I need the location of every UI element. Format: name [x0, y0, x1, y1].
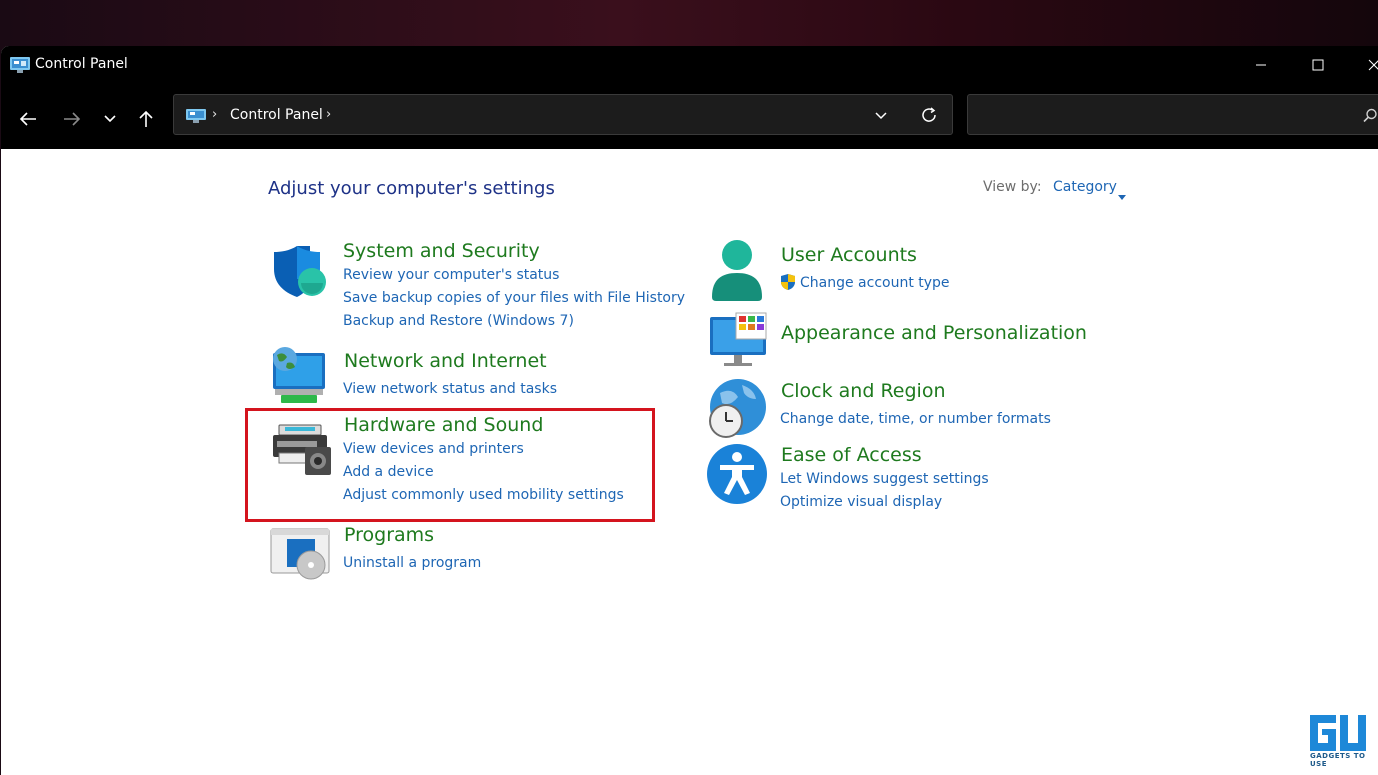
- chevron-down-icon[interactable]: [95, 104, 125, 134]
- up-arrow-icon[interactable]: [131, 104, 161, 134]
- view-by-dropdown[interactable]: Category: [1053, 179, 1117, 195]
- breadcrumb-control-panel[interactable]: Control Panel: [230, 107, 323, 123]
- close-button[interactable]: [1346, 46, 1378, 84]
- address-dropdown-icon[interactable]: [874, 107, 888, 126]
- back-arrow-icon[interactable]: [13, 104, 43, 134]
- link-change-account-type[interactable]: Change account type: [800, 275, 950, 291]
- control-panel-window: Control Panel › Control Panel › Adjust y…: [1, 46, 1378, 775]
- link-network-status[interactable]: View network status and tasks: [343, 381, 557, 397]
- breadcrumb-separator[interactable]: ›: [212, 107, 217, 122]
- link-file-history[interactable]: Save backup copies of your files with Fi…: [343, 290, 685, 306]
- minimize-button[interactable]: [1233, 46, 1289, 84]
- search-input[interactable]: [967, 94, 1378, 135]
- programs-icon[interactable]: [269, 527, 331, 587]
- link-backup-restore[interactable]: Backup and Restore (Windows 7): [343, 313, 574, 329]
- category-network-and-internet[interactable]: Network and Internet: [344, 350, 547, 372]
- link-uninstall-program[interactable]: Uninstall a program: [343, 555, 481, 571]
- ease-of-access-icon[interactable]: [706, 443, 768, 509]
- content-area: Adjust your computer's settings View by:…: [1, 149, 1378, 775]
- uac-shield-icon: [779, 273, 797, 295]
- control-panel-icon: [10, 57, 30, 77]
- network-globe-icon[interactable]: [269, 345, 329, 409]
- caret-down-icon[interactable]: [1118, 185, 1126, 204]
- navigation-bar: › Control Panel ›: [1, 84, 1378, 149]
- shield-icon[interactable]: [271, 243, 327, 303]
- category-ease-of-access[interactable]: Ease of Access: [781, 444, 922, 466]
- address-bar[interactable]: › Control Panel ›: [173, 94, 953, 135]
- refresh-icon[interactable]: [920, 106, 938, 128]
- user-accounts-icon[interactable]: [708, 239, 766, 307]
- category-appearance-and-personalization[interactable]: Appearance and Personalization: [781, 322, 1087, 344]
- window-title: Control Panel: [35, 56, 128, 72]
- category-system-and-security[interactable]: System and Security: [343, 240, 540, 262]
- clock-globe-icon[interactable]: [706, 377, 770, 445]
- forward-arrow-icon[interactable]: [57, 104, 87, 134]
- page-title: Adjust your computer's settings: [268, 178, 555, 199]
- category-user-accounts[interactable]: User Accounts: [781, 244, 917, 266]
- watermark-text: GADGETS TO USE: [1310, 752, 1366, 768]
- search-icon[interactable]: [1362, 108, 1378, 128]
- category-clock-and-region[interactable]: Clock and Region: [781, 380, 946, 402]
- appearance-icon[interactable]: [708, 311, 770, 373]
- control-panel-icon: [186, 108, 206, 127]
- category-programs[interactable]: Programs: [344, 524, 434, 546]
- link-optimize-visual-display[interactable]: Optimize visual display: [780, 494, 942, 510]
- maximize-button[interactable]: [1290, 46, 1346, 84]
- view-by-label: View by:: [983, 179, 1042, 195]
- title-bar: Control Panel: [1, 46, 1378, 84]
- highlight-box: [245, 408, 655, 522]
- link-change-date-time-formats[interactable]: Change date, time, or number formats: [780, 411, 1051, 427]
- breadcrumb-separator[interactable]: ›: [326, 107, 331, 122]
- link-windows-suggest-settings[interactable]: Let Windows suggest settings: [780, 471, 989, 487]
- link-review-computer-status[interactable]: Review your computer's status: [343, 267, 559, 283]
